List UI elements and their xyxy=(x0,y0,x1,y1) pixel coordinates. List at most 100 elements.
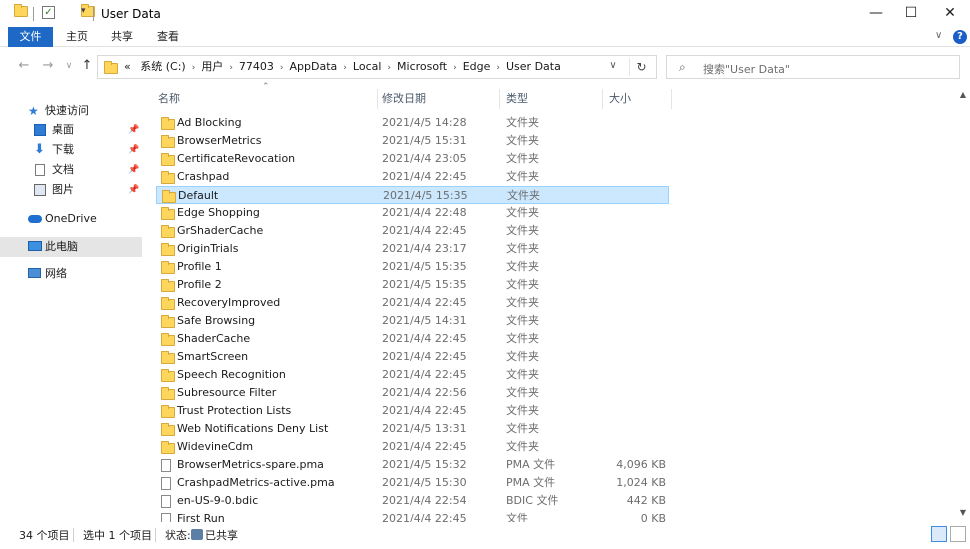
column-header-type[interactable]: 类型 xyxy=(506,89,528,109)
search-box[interactable]: ⌕ 搜索"User Data" xyxy=(666,55,960,79)
pin-icon[interactable]: 📌 xyxy=(128,160,139,180)
chevron-right-icon[interactable]: › xyxy=(496,63,500,73)
file-type: 文件夹 xyxy=(506,422,539,435)
folder-icon xyxy=(161,369,175,382)
column-header-date[interactable]: 修改日期 xyxy=(382,89,426,109)
pin-icon[interactable]: 📌 xyxy=(128,180,139,200)
file-row[interactable]: WidevineCdm 2021/4/4 22:45 文件夹 xyxy=(156,438,669,456)
large-icons-view-button[interactable] xyxy=(950,526,966,542)
file-row[interactable]: CertificateRevocation 2021/4/4 23:05 文件夹 xyxy=(156,150,669,168)
search-input[interactable]: 搜索"User Data" xyxy=(703,61,790,77)
file-row[interactable]: BrowserMetrics-spare.pma 2021/4/5 15:32 PM… xyxy=(156,456,669,474)
column-divider[interactable] xyxy=(377,89,378,109)
tab-share[interactable]: 共享 xyxy=(107,27,137,47)
file-row[interactable]: Subresource Filter 2021/4/4 22:56 文件夹 xyxy=(156,384,669,402)
column-divider[interactable] xyxy=(499,89,500,109)
column-divider[interactable] xyxy=(602,89,603,109)
file-row[interactable]: Trust Protection Lists 2021/4/4 22:45 文件夹 xyxy=(156,402,669,420)
column-header-size[interactable]: 大小 xyxy=(609,89,631,109)
close-button[interactable]: ✕ xyxy=(930,0,970,27)
file-row[interactable]: Edge Shopping 2021/4/4 22:48 文件夹 xyxy=(156,204,669,222)
file-row[interactable]: en-US-9-0.bdic 2021/4/4 22:54 BDIC 文件 442 K… xyxy=(156,492,669,510)
file-row[interactable]: CrashpadMetrics-active.pma 2021/4/5 15:30… xyxy=(156,474,669,492)
help-icon[interactable]: ? xyxy=(953,30,967,44)
folder-icon xyxy=(161,243,175,256)
nav-item-pictures[interactable]: 图片 📌 xyxy=(0,180,142,200)
file-row[interactable]: Profile 1 2021/4/5 15:35 文件夹 xyxy=(156,258,669,276)
maximize-button[interactable]: ☐ xyxy=(891,0,931,27)
file-name: ShaderCache xyxy=(177,332,251,345)
file-row[interactable]: Web Notifications Deny List 2021/4/5 13:3… xyxy=(156,420,669,438)
breadcrumb-item[interactable]: User Data xyxy=(506,60,561,73)
address-bar[interactable]: « 系统 (C:) › 用户 › 77403 › AppData › Local › Microso… xyxy=(97,55,657,79)
scroll-up-arrow-icon[interactable]: ▲ xyxy=(956,88,970,102)
file-row[interactable]: Speech Recognition 2021/4/4 22:45 文件夹 xyxy=(156,366,669,384)
folder-icon xyxy=(161,261,175,274)
pin-icon[interactable]: 📌 xyxy=(128,120,139,140)
file-row[interactable]: OriginTrials 2021/4/4 23:17 文件夹 xyxy=(156,240,669,258)
expand-ribbon-icon[interactable]: ∨ xyxy=(935,30,942,41)
folder-icon xyxy=(161,279,175,292)
file-row[interactable]: Crashpad 2021/4/4 22:45 文件夹 xyxy=(156,168,669,186)
file-date: 2021/4/4 23:05 xyxy=(382,152,467,165)
vertical-scrollbar[interactable]: ▲ ▼ xyxy=(956,88,970,520)
minimize-button[interactable]: — xyxy=(856,0,896,27)
nav-item-quick-access[interactable]: ★ 快速访问 xyxy=(0,101,142,121)
back-button[interactable]: ← xyxy=(16,58,32,73)
chevron-right-icon[interactable]: › xyxy=(343,63,347,73)
file-name: Profile 2 xyxy=(177,278,222,291)
folder-icon xyxy=(161,441,175,454)
chevron-right-icon[interactable]: › xyxy=(453,63,457,73)
chevron-right-icon[interactable]: › xyxy=(192,63,196,73)
breadcrumb-item[interactable]: 77403 xyxy=(239,60,274,73)
nav-item-desktop[interactable]: 桌面 📌 xyxy=(0,120,142,140)
file-row[interactable]: Profile 2 2021/4/5 15:35 文件夹 xyxy=(156,276,669,294)
recent-locations-button[interactable]: ∨ xyxy=(61,61,77,71)
file-row[interactable]: Default 2021/4/5 15:35 文件夹 xyxy=(156,186,669,204)
nav-item-label: 快速访问 xyxy=(45,104,89,117)
tab-file[interactable]: 文件 xyxy=(8,27,53,47)
file-row[interactable]: SmartScreen 2021/4/4 22:45 文件夹 xyxy=(156,348,669,366)
chevron-right-icon[interactable]: › xyxy=(387,63,391,73)
folder-icon xyxy=(161,207,175,220)
refresh-button[interactable]: ↻ xyxy=(629,58,653,76)
file-row[interactable]: GrShaderCache 2021/4/4 22:45 文件夹 xyxy=(156,222,669,240)
breadcrumb-item[interactable]: AppData xyxy=(290,60,338,73)
breadcrumb-item[interactable]: Edge xyxy=(463,60,491,73)
tab-home[interactable]: 主页 xyxy=(62,27,92,47)
up-button[interactable]: ↑ xyxy=(79,58,95,73)
chevron-right-icon[interactable]: › xyxy=(280,63,284,73)
nav-item-downloads[interactable]: ⬇ 下载 📌 xyxy=(0,140,142,160)
breadcrumb-item[interactable]: 系统 (C:) xyxy=(140,60,185,73)
share-state-value: 已共享 xyxy=(205,529,238,542)
breadcrumb-item[interactable]: Microsoft xyxy=(397,60,447,73)
file-date: 2021/4/5 14:31 xyxy=(382,314,467,327)
nav-item-documents[interactable]: 文档 📌 xyxy=(0,160,142,180)
breadcrumb-item[interactable]: Local xyxy=(353,60,382,73)
pin-icon[interactable]: 📌 xyxy=(128,140,139,160)
file-row[interactable]: BrowserMetrics 2021/4/5 15:31 文件夹 xyxy=(156,132,669,150)
forward-button[interactable]: → xyxy=(40,58,56,73)
chevron-right-icon[interactable]: › xyxy=(229,63,233,73)
nav-item-this-pc[interactable]: 此电脑 xyxy=(0,237,142,257)
properties-check-icon[interactable]: ✓ xyxy=(42,6,55,19)
file-name: OriginTrials xyxy=(177,242,239,255)
nav-item-network[interactable]: 网络 xyxy=(0,264,142,284)
status-bar: 34 个项目 选中 1 个项目 状态: 已共享 xyxy=(0,522,970,549)
column-divider[interactable] xyxy=(671,89,672,109)
file-row[interactable]: Ad Blocking 2021/4/5 14:28 文件夹 xyxy=(156,114,669,132)
file-row[interactable]: RecoveryImproved 2021/4/4 22:45 文件夹 xyxy=(156,294,669,312)
quick-access-dropdown-icon[interactable]: ▾ xyxy=(81,6,86,16)
address-dropdown-button[interactable]: ∨ xyxy=(605,60,621,71)
file-row[interactable]: Safe Browsing 2021/4/5 14:31 文件夹 xyxy=(156,312,669,330)
scroll-down-arrow-icon[interactable]: ▼ xyxy=(956,506,970,520)
tab-view[interactable]: 查看 xyxy=(153,27,183,47)
selected-count: 选中 1 个项目 xyxy=(83,529,152,542)
column-header-name[interactable]: 名称 xyxy=(158,89,180,109)
breadcrumb-item[interactable]: 用户 xyxy=(201,60,223,73)
details-view-button[interactable] xyxy=(931,526,947,542)
nav-item-onedrive[interactable]: OneDrive xyxy=(0,209,142,229)
breadcrumb-overflow[interactable]: « xyxy=(124,60,131,73)
file-row[interactable]: ShaderCache 2021/4/4 22:45 文件夹 xyxy=(156,330,669,348)
file-date: 2021/4/4 22:54 xyxy=(382,494,467,507)
